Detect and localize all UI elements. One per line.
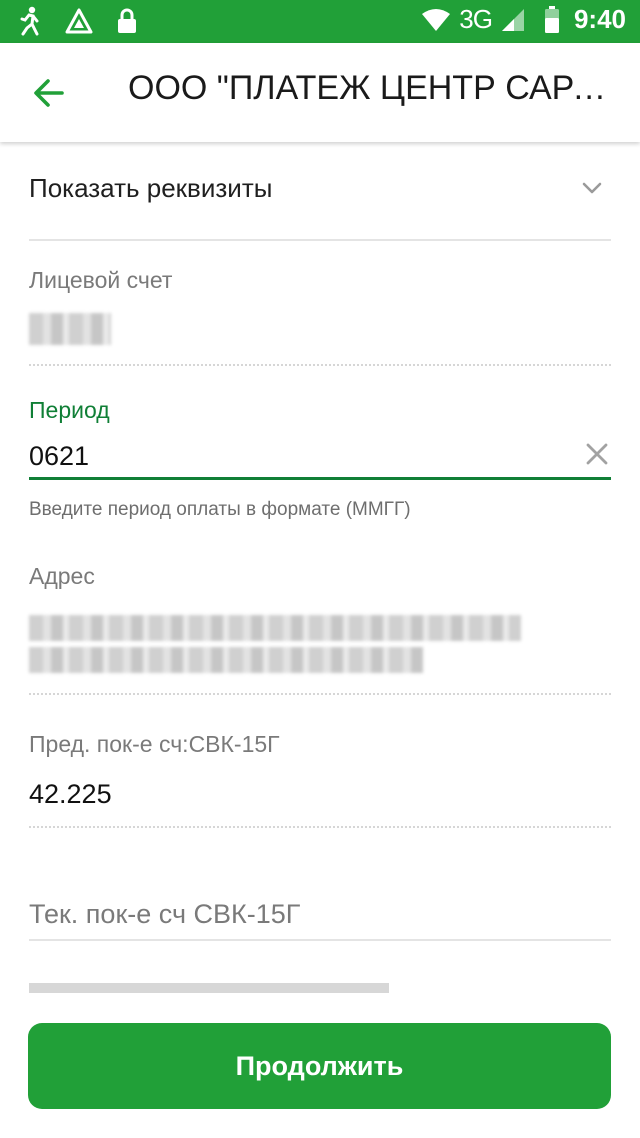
arrow-left-icon bbox=[34, 79, 64, 107]
clock: 9:40 bbox=[573, 4, 626, 34]
divider bbox=[29, 693, 611, 695]
address-value-redacted bbox=[29, 615, 521, 641]
chevron-down-icon bbox=[582, 182, 602, 194]
prev-reading-value: 42.225 bbox=[29, 779, 112, 809]
signal-icon bbox=[501, 8, 524, 31]
walk-icon bbox=[20, 6, 39, 36]
current-reading-underline bbox=[29, 939, 611, 941]
close-icon bbox=[586, 443, 608, 465]
status-bar: 3G 9:40 bbox=[0, 0, 640, 43]
battery-icon bbox=[544, 5, 559, 33]
page-title: ООО "ПЛАТЕЖ ЦЕНТР САРА... bbox=[128, 69, 618, 107]
account-label: Лицевой счет bbox=[29, 267, 173, 293]
back-button[interactable] bbox=[28, 71, 72, 115]
period-input-underline bbox=[29, 477, 611, 480]
payment-form: Показать реквизиты Лицевой счет Период 0… bbox=[0, 143, 640, 993]
divider bbox=[29, 239, 611, 241]
account-value-redacted bbox=[29, 313, 111, 345]
divider bbox=[29, 826, 611, 828]
period-label: Период bbox=[29, 397, 110, 423]
next-field-cutoff bbox=[29, 983, 389, 993]
address-label: Адрес bbox=[29, 563, 95, 589]
wifi-icon bbox=[422, 8, 451, 31]
network-type: 3G bbox=[459, 4, 493, 34]
address-value-redacted bbox=[29, 647, 423, 673]
show-requisites-toggle[interactable]: Показать реквизиты bbox=[29, 173, 611, 239]
current-reading-input[interactable]: Тек. пок-е сч СВК-15Г bbox=[29, 899, 300, 930]
continue-button[interactable]: Продолжить bbox=[28, 1023, 611, 1109]
period-hint: Введите период оплаты в формате (ММГГ) bbox=[29, 499, 411, 520]
lock-icon bbox=[118, 8, 136, 33]
drive-icon bbox=[65, 8, 93, 34]
clear-button[interactable] bbox=[584, 441, 610, 467]
app-bar: ООО "ПЛАТЕЖ ЦЕНТР САРА... bbox=[0, 43, 640, 142]
divider bbox=[29, 364, 611, 366]
period-input[interactable]: 0621 bbox=[29, 441, 89, 472]
prev-reading-label: Пред. пок-е сч:СВК-15Г bbox=[29, 731, 280, 757]
show-requisites-label: Показать реквизиты bbox=[29, 173, 273, 203]
